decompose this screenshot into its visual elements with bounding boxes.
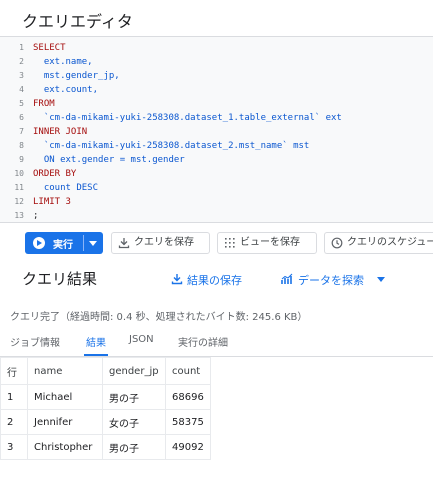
name-cell: Jennifer [27,409,103,435]
code-text: `cm-da-mikami-yuki-258308.dataset_1.tabl… [33,113,342,123]
code-text: FROM [33,99,55,109]
line-number: 5 [19,99,24,108]
column-header-name[interactable]: name [27,357,103,385]
code-text: ORDER BY [33,169,77,179]
tab-execution-details[interactable]: 実行の詳細 [178,334,228,356]
code-text: ext.name, [33,57,93,67]
save-query-label: クエリを保存 [134,237,194,248]
code-line[interactable]: 3 mst.gender_jp, [0,69,433,83]
save-view-button[interactable]: ビューを保存 [217,232,317,254]
explore-data-label: データを探索 [298,274,364,287]
code-text: `cm-da-mikami-yuki-258308.dataset_2.mst_… [33,141,310,151]
run-label: 実行 [53,240,73,251]
code-text: INNER JOIN [33,127,88,137]
column-header-row: 行 [0,357,28,385]
code-line[interactable]: 1 SELECT [0,41,433,55]
query-toolbar: 実行 クエリを保存 ビューを保存 クエリのスケジュール [0,228,433,258]
line-number: 1 [19,43,24,52]
chevron-down-icon [377,277,385,282]
row-number-cell: 2 [0,409,28,435]
run-button[interactable]: 実行 [25,232,103,254]
count-cell: 49092 [165,434,211,460]
line-number: 4 [19,85,24,94]
save-results-label: 結果の保存 [187,274,242,287]
line-number: 9 [19,155,24,164]
line-number: 2 [19,57,24,66]
save-query-button[interactable]: クエリを保存 [111,232,210,254]
chevron-down-icon[interactable] [89,241,97,246]
tab-json[interactable]: JSON [129,334,154,356]
schedule-query-button[interactable]: クエリのスケジュール [324,232,433,254]
gender-jp-cell: 男の子 [102,384,166,410]
line-number: 12 [14,197,24,206]
line-number: 6 [19,113,24,122]
results-tabs: ジョブ情報 結果 JSON 実行の詳細 [0,330,433,357]
line-number: 13 [14,211,24,220]
code-text: count DESC [33,183,99,193]
divider [83,235,84,251]
chart-icon [281,273,293,284]
play-icon [33,237,45,249]
column-header-count[interactable]: count [165,357,211,385]
code-text: ; [33,211,39,221]
code-line[interactable]: 4 ext.count, [0,83,433,97]
name-cell: Christopher [27,434,103,460]
download-icon [118,238,130,249]
line-number: 10 [14,169,24,178]
code-text: mst.gender_jp, [33,71,120,81]
gender-jp-cell: 女の子 [102,409,166,435]
code-line[interactable]: 8 `cm-da-mikami-yuki-258308.dataset_2.ms… [0,139,433,153]
sql-editor[interactable]: 1 SELECT 2 ext.name, 3 mst.gender_jp, 4 … [0,37,433,223]
editor-header: クエリエディタ [0,0,433,37]
table-header-row: 行 name gender_jp count [0,357,211,385]
code-line[interactable]: 5 FROM [0,97,433,111]
table-row: 1 Michael 男の子 68696 [0,384,211,410]
table-row: 3 Christopher 男の子 49092 [0,434,211,460]
results-table: 行 name gender_jp count 1 Michael 男の子 686… [0,357,211,460]
column-header-gender-jp[interactable]: gender_jp [102,357,166,385]
clock-icon [331,237,343,249]
code-line[interactable]: 13 ; [0,209,433,222]
line-number: 7 [19,127,24,136]
results-title: クエリ結果 [22,270,98,288]
code-line[interactable]: 9 ON ext.gender = mst.gender [0,153,433,167]
download-icon [171,274,183,285]
view-grid-icon [225,238,235,248]
schedule-query-label: クエリのスケジュール [347,237,433,248]
code-text: ON ext.gender = mst.gender [33,155,185,165]
code-line[interactable]: 11 count DESC [0,181,433,195]
editor-title: クエリエディタ [22,12,133,31]
code-text: SELECT [33,43,66,53]
tab-job-info[interactable]: ジョブ情報 [10,334,60,356]
code-line[interactable]: 2 ext.name, [0,55,433,69]
code-line[interactable]: 7 INNER JOIN [0,125,433,139]
count-cell: 58375 [165,409,211,435]
code-line[interactable]: 10 ORDER BY [0,167,433,181]
row-number-cell: 1 [0,384,28,410]
line-number: 8 [19,141,24,150]
count-cell: 68696 [165,384,211,410]
code-line[interactable]: 6 `cm-da-mikami-yuki-258308.dataset_1.ta… [0,111,433,125]
code-line[interactable]: 12 LIMIT 3 [0,195,433,209]
line-number: 3 [19,71,24,80]
line-number: 11 [14,183,24,192]
row-number-cell: 3 [0,434,28,460]
query-status: クエリ完了（経過時間: 0.4 秒、処理されたバイト数: 245.6 KB） [10,312,308,323]
table-row: 2 Jennifer 女の子 58375 [0,409,211,435]
code-text: LIMIT 3 [33,197,71,207]
gender-jp-cell: 男の子 [102,434,166,460]
results-header: クエリ結果 結果の保存 データを探索 [0,262,433,298]
code-text: ext.count, [33,85,99,95]
tab-results[interactable]: 結果 [84,334,108,356]
name-cell: Michael [27,384,103,410]
save-view-label: ビューを保存 [240,237,300,248]
